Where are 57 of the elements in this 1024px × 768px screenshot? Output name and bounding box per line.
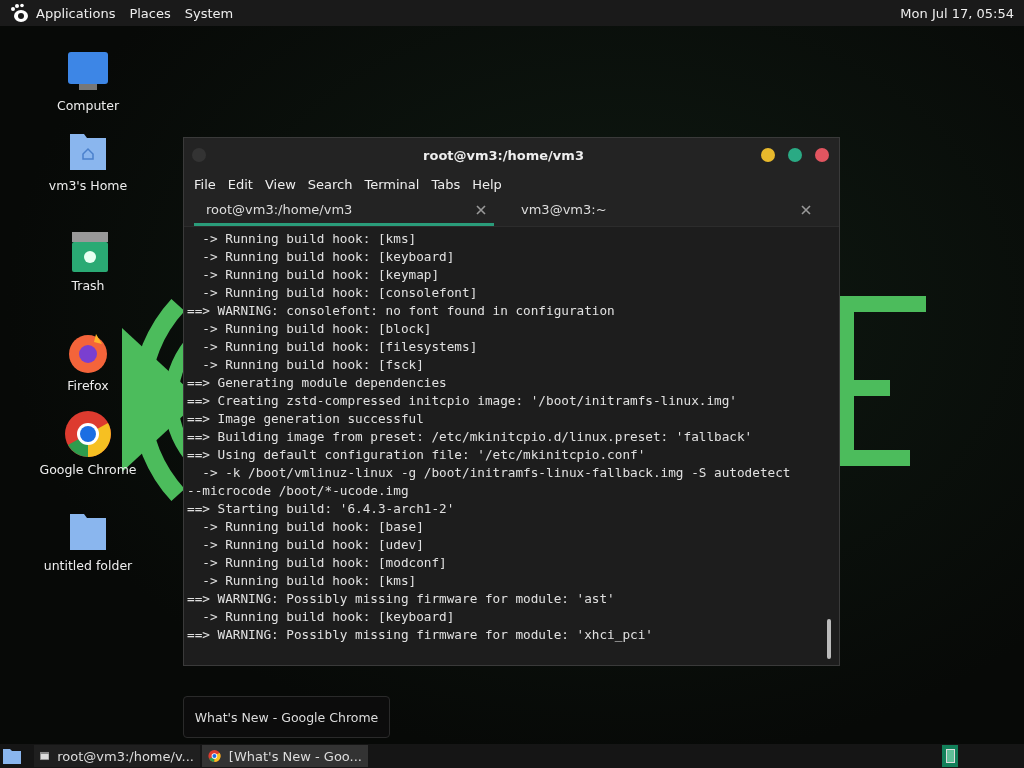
- terminal-line: ==> Building image from preset: /etc/mkinitcpio.d/linux.preset: 'fallback': [187, 428, 754, 446]
- terminal-line: ==> Image generation successful: [187, 410, 425, 428]
- folder-icon[interactable]: [2, 746, 22, 766]
- terminal-line: --microcode /boot/*-ucode.img: [187, 482, 410, 500]
- terminal-line: ==> WARNING: consolefont: no font found in configuration: [187, 302, 616, 320]
- menu-item[interactable]: Edit: [221, 176, 259, 192]
- terminal-line: ==> WARNING: Possibly missing firmware for module: 'ast': [187, 590, 616, 608]
- terminal-line: -> Running build hook: [fsck]: [201, 356, 425, 374]
- panel-menu[interactable]: System: [184, 5, 234, 21]
- menu-item[interactable]: Terminal: [358, 176, 426, 192]
- menu-item[interactable]: Search: [301, 176, 359, 192]
- panel-menu[interactable]: Places: [129, 5, 171, 21]
- taskbar-item[interactable]: [What's New - Goo...: [202, 745, 368, 767]
- terminal-line: ==> Starting build: '6.4.3-arch1-2': [187, 500, 456, 518]
- tooltip: What's New - Google Chrome: [183, 696, 390, 738]
- desktop-icon-label[interactable]: untitled folder: [43, 558, 133, 573]
- desktop-icon-label[interactable]: vm3's Home: [48, 178, 128, 193]
- panel-menu[interactable]: Applications: [36, 5, 116, 21]
- terminal-line: -> Running build hook: [block]: [201, 320, 433, 338]
- window-icon: [40, 749, 50, 763]
- terminal-line: -> Running build hook: [filesystems]: [201, 338, 479, 356]
- desktop-icon-label[interactable]: Trash: [71, 278, 105, 293]
- terminal-line: ==> Using default configuration file: '/etc/mkinitcpio.conf': [187, 446, 647, 464]
- close-tab-icon[interactable]: [801, 204, 811, 215]
- close-button[interactable]: [815, 148, 829, 162]
- terminal-line: -> Running build hook: [consolefont]: [201, 284, 479, 302]
- scrollbar-thumb[interactable]: [827, 619, 831, 659]
- terminal-line: ==> WARNING: Possibly missing firmware for module: 'xhci_pci': [187, 626, 654, 644]
- menu-item[interactable]: Help: [466, 176, 508, 192]
- terminal-line: -> Running build hook: [keyboard]: [201, 608, 456, 626]
- terminal-line: ==> Generating module dependencies: [187, 374, 448, 392]
- chrome-icon[interactable]: [64, 410, 112, 458]
- taskbar-item[interactable]: root@vm3:/home/v...: [34, 745, 200, 767]
- window-title: root@vm3:/home/vm3: [422, 147, 585, 163]
- terminal-line: -> Running build hook: [keymap]: [201, 266, 441, 284]
- foot-logo-icon[interactable]: [10, 3, 30, 23]
- desktop-icon-label[interactable]: Firefox: [67, 378, 109, 393]
- terminal-line: -> Running build hook: [modconf]: [201, 554, 448, 572]
- terminal-line: -> Running build hook: [kms]: [201, 230, 418, 248]
- terminal-line: -> Running build hook: [kms]: [201, 572, 418, 590]
- terminal-line: -> Running build hook: [keyboard]: [201, 248, 456, 266]
- terminal-line: -> -k /boot/vmlinuz-linux -g /boot/initramfs-linux-fallback.img -S autodetect: [201, 464, 792, 482]
- desktop-icon-label[interactable]: Computer: [56, 98, 120, 113]
- close-tab-icon[interactable]: [476, 204, 486, 215]
- menu-item[interactable]: File: [188, 176, 222, 192]
- menu-item[interactable]: View: [258, 176, 302, 192]
- chrome-icon: [208, 748, 221, 764]
- maximize-button[interactable]: [788, 148, 802, 162]
- minimize-button[interactable]: [761, 148, 775, 162]
- menu-item[interactable]: Tabs: [425, 176, 467, 192]
- workspace-switcher[interactable]: [942, 745, 958, 767]
- terminal-tab[interactable]: vm3@vm3:~: [509, 196, 819, 226]
- terminal-line: -> Running build hook: [udev]: [201, 536, 425, 554]
- terminal-line: -> Running build hook: [base]: [201, 518, 425, 536]
- clock[interactable]: Mon Jul 17, 05:54: [900, 5, 1014, 21]
- terminal-line: ==> Creating zstd-compressed initcpio image: '/boot/initramfs-linux.img': [187, 392, 738, 410]
- desktop-icon-label[interactable]: Google Chrome: [39, 462, 137, 477]
